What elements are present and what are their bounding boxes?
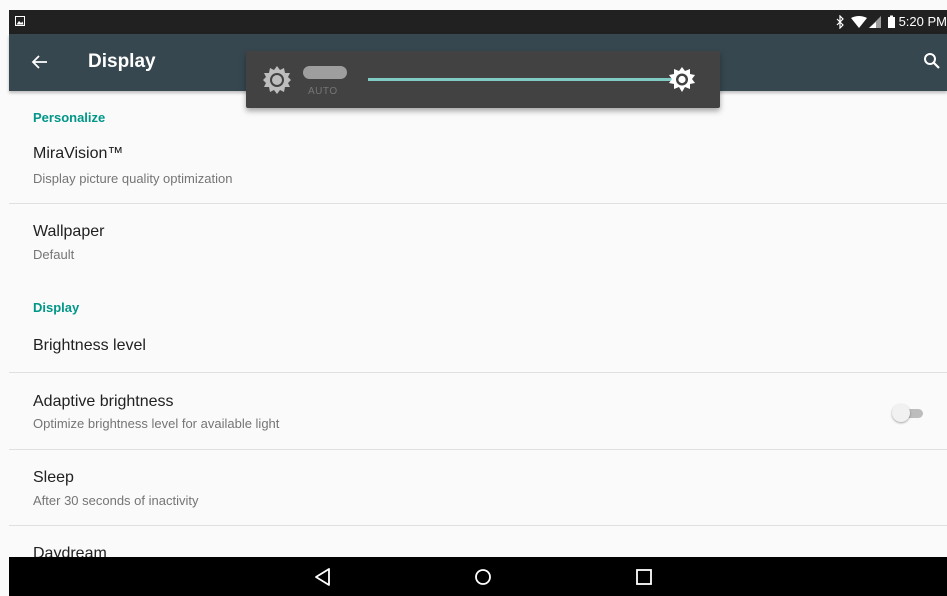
- android-screen: 5:20 PM Display Personalize MiraVision™ …: [0, 0, 947, 596]
- item-title: Daydream: [33, 545, 107, 557]
- settings-list: Personalize MiraVision™ Display picture …: [9, 91, 947, 557]
- signal-icon: [869, 16, 881, 28]
- toggle-thumb: [892, 404, 910, 422]
- adaptive-brightness-toggle[interactable]: [892, 404, 926, 422]
- item-subtitle: Display picture quality optimization: [33, 171, 233, 186]
- item-title: Brightness level: [33, 337, 146, 354]
- item-title: Wallpaper: [33, 223, 105, 240]
- item-subtitle: Default: [33, 247, 75, 262]
- status-icons: [836, 15, 895, 29]
- divider: [9, 449, 947, 450]
- bluetooth-icon: [836, 15, 844, 29]
- recents-square-icon[interactable]: [633, 566, 655, 588]
- status-bar: 5:20 PM: [9, 10, 947, 34]
- item-title: Adaptive brightness: [33, 393, 174, 410]
- item-title: Sleep: [33, 469, 74, 486]
- item-subtitle: After 30 seconds of inactivity: [33, 493, 199, 508]
- gallery-icon: [15, 16, 25, 26]
- brightness-thumb-icon[interactable]: [666, 64, 698, 96]
- wifi-icon: [851, 16, 867, 28]
- divider: [9, 203, 947, 204]
- back-arrow-icon[interactable]: [31, 53, 49, 71]
- page-title: Display: [88, 51, 156, 72]
- item-title: MiraVision™: [33, 145, 124, 162]
- status-time: 5:20 PM: [898, 14, 947, 29]
- category-personalize: Personalize: [33, 110, 106, 125]
- divider: [9, 525, 947, 526]
- back-triangle-icon[interactable]: [312, 566, 334, 588]
- navigation-bar: [9, 557, 947, 596]
- category-display: Display: [33, 300, 80, 315]
- brightness-auto-sun-icon: [263, 66, 291, 94]
- search-icon[interactable]: [923, 52, 941, 70]
- brightness-slider-track[interactable]: [368, 78, 678, 81]
- item-subtitle: Optimize brightness level for available …: [33, 416, 280, 431]
- home-circle-icon[interactable]: [472, 566, 494, 588]
- auto-label: AUTO: [308, 86, 338, 97]
- brightness-dialog: AUTO: [246, 51, 720, 108]
- battery-icon: [888, 15, 895, 28]
- auto-brightness-switch[interactable]: [303, 66, 347, 79]
- divider: [9, 372, 947, 373]
